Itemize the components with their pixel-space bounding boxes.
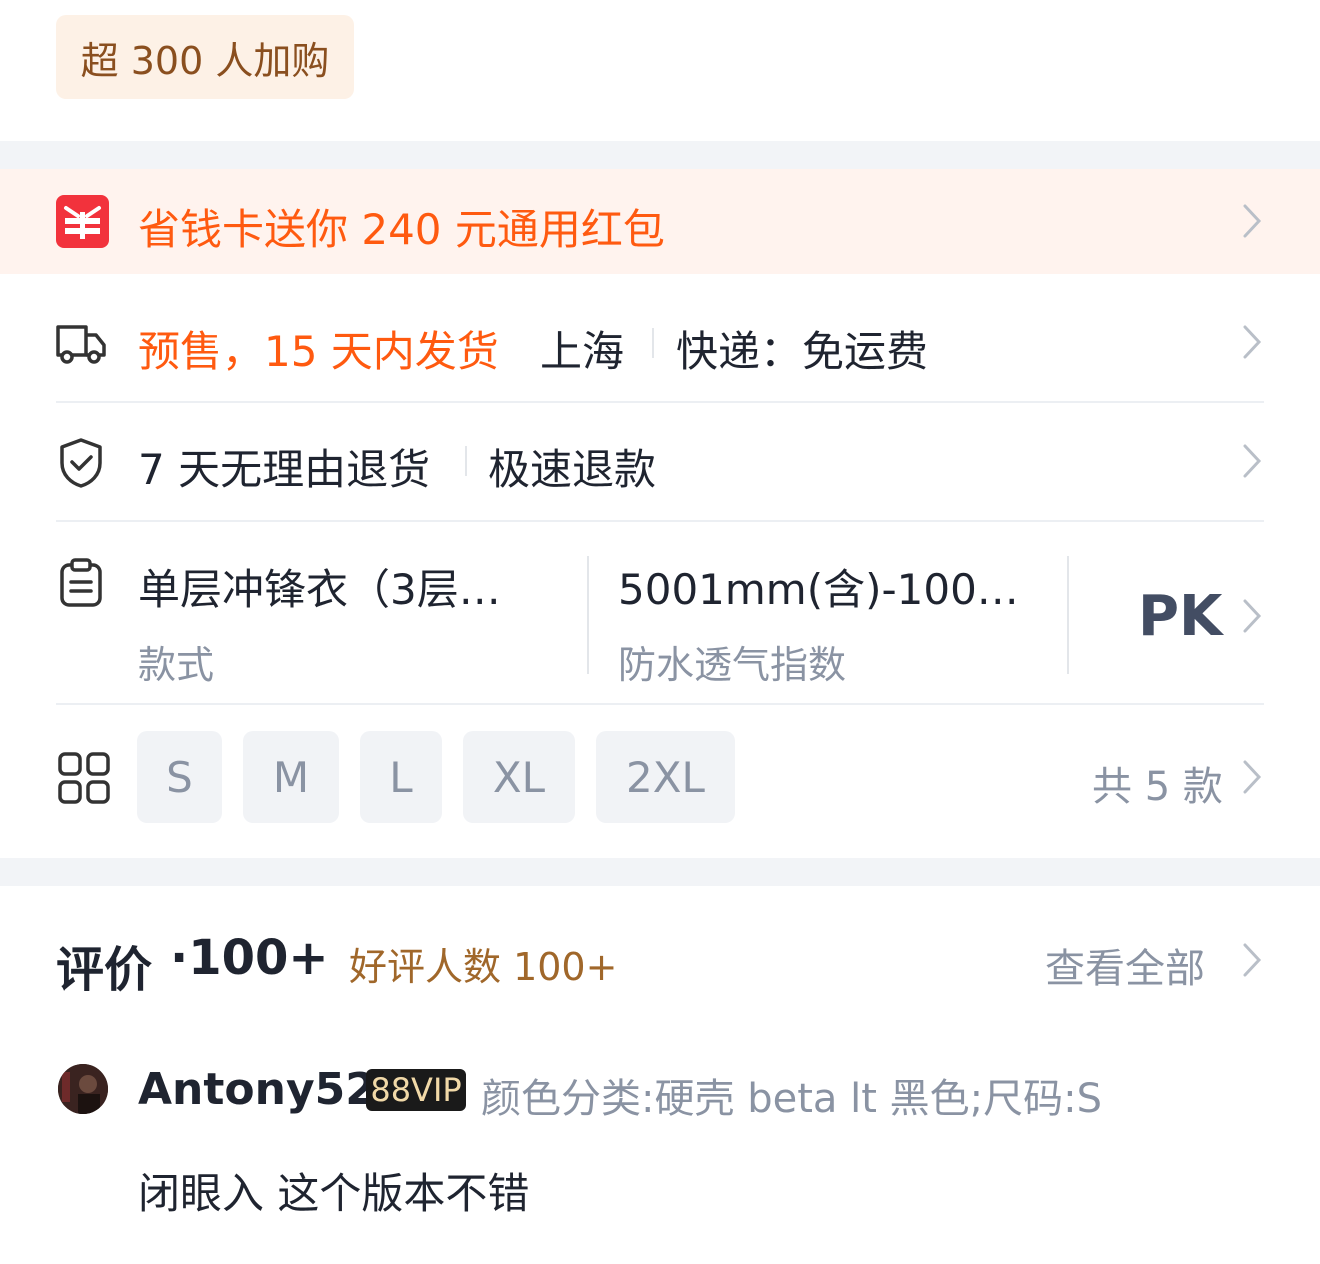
variant-total-link[interactable]: 共 5 款 — [1092, 754, 1223, 812]
review-content: 闭眼入 这个版本不错 — [138, 1169, 530, 1218]
spec-waterproof-value: 5001mm(含)-100… — [618, 565, 1019, 614]
promo-chevron-right-icon[interactable] — [1242, 203, 1262, 239]
size-option-m[interactable]: M — [243, 731, 339, 823]
reviews-count: ·100+ — [170, 930, 329, 986]
separator — [1067, 556, 1069, 674]
returns-chevron-right-icon[interactable] — [1242, 443, 1262, 479]
separator — [587, 556, 589, 674]
view-all-reviews-link[interactable]: 查看全部 — [1045, 936, 1205, 994]
pk-compare-button[interactable]: PK — [1138, 584, 1222, 649]
spec-waterproof-label: 防水透气指数 — [618, 643, 847, 687]
shield-check-icon — [58, 437, 104, 493]
divider — [56, 703, 1264, 705]
promo-text: 省钱卡送你 240 元通用红包 — [138, 205, 665, 254]
reviews-title: 评价 — [56, 942, 153, 998]
return-policy-text: 7 天无理由退货 — [138, 445, 431, 494]
vip-badge: 88VIP — [366, 1069, 466, 1111]
add-to-cart-count-badge: 超 300 人加购 — [56, 15, 354, 99]
size-option-xl[interactable]: XL — [463, 731, 575, 823]
reviewer-username: Antony52 — [138, 1064, 376, 1115]
separator — [465, 446, 467, 476]
shipping-chevron-right-icon[interactable] — [1242, 324, 1262, 360]
spec-style-value: 单层冲锋衣（3层… — [138, 565, 501, 614]
presale-text: 预售，15 天内发货 — [138, 327, 499, 376]
section-gap — [0, 141, 1320, 169]
size-option-s[interactable]: S — [137, 731, 222, 823]
separator — [652, 328, 654, 358]
clipboard-icon — [58, 557, 104, 613]
avatar[interactable] — [58, 1064, 108, 1114]
express-fee-text: 快递：免运费 — [676, 327, 929, 376]
review-sku-text: 颜色分类:硬壳 beta lt 黑色;尺码:S — [481, 1076, 1102, 1122]
spec-style-label: 款式 — [138, 643, 215, 687]
delivery-truck-icon — [54, 319, 108, 371]
red-packet-icon — [56, 195, 109, 248]
section-gap — [0, 858, 1320, 886]
size-option-2xl[interactable]: 2XL — [596, 731, 735, 823]
reviews-chevron-right-icon[interactable] — [1242, 942, 1262, 978]
sizes-chevron-right-icon[interactable] — [1242, 759, 1262, 795]
good-review-count: 好评人数 100+ — [349, 945, 618, 989]
fast-refund-text: 极速退款 — [488, 445, 657, 494]
specs-chevron-right-icon[interactable] — [1242, 598, 1262, 634]
size-option-l[interactable]: L — [360, 731, 442, 823]
grid-icon — [58, 752, 110, 808]
origin-text: 上海 — [540, 327, 625, 376]
